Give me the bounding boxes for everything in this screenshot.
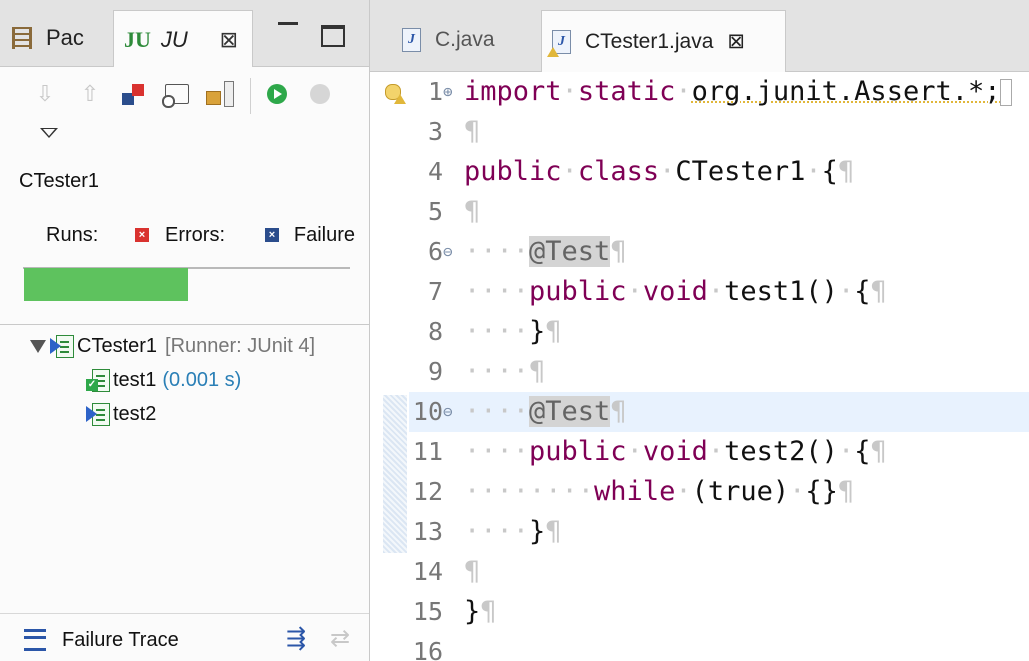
maximize-icon[interactable] [321,25,345,47]
line-number: 12 [412,477,443,506]
code-line-current: 10⊖ ····@Test¶ [409,392,1029,432]
line-number: 6 [427,237,443,266]
code-line: 15}¶ [409,592,1029,632]
tab-label: JU [160,26,188,52]
test-running-icon [86,402,110,426]
code-line: 6⊖ ····@Test¶ [409,232,1029,272]
rerun-failed-first-icon[interactable] [306,80,334,108]
tree-item-test1[interactable]: ✓ test1 (0.001 s) [86,365,241,395]
java-file-warning-icon: J [547,29,571,57]
line-number: 5 [427,197,443,226]
close-icon[interactable]: ⊠ [727,29,745,54]
code-line: 7 ····public·void·test1()·{¶ [409,272,1029,312]
test-class-name: CTester1 [19,170,100,192]
code-line: 12 ········while·(true)·{}¶ [409,472,1029,512]
close-icon[interactable]: ⊠ [220,27,238,53]
stack-trace-icon [24,629,46,651]
code-line: 11 ····public·void·test2()·{¶ [409,432,1029,472]
line-number: 7 [427,277,443,306]
next-failure-icon[interactable]: ⇩ [31,80,59,108]
scroll-lock-icon[interactable] [206,80,234,108]
failures-label: Failure [293,223,355,246]
tab-package-explorer[interactable]: Pac [12,10,112,66]
compare-result-icon[interactable]: ⇄ [330,624,350,653]
view-menu-icon[interactable] [40,128,58,138]
quick-fix-warning-icon[interactable] [385,84,406,104]
collapse-icon[interactable]: ⊖ [443,232,464,272]
line-number: 13 [412,517,443,546]
runner-info: [Runner: JUnit 4] [165,334,316,357]
code-line: 5 ¶ [409,192,1029,232]
test-passed-icon: ✓ [86,368,110,392]
previous-failure-icon[interactable]: ⇧ [76,80,104,108]
line-number: 4 [427,157,443,186]
show-skipped-icon[interactable] [162,80,191,108]
code-line: 9 ····¶ [409,352,1029,392]
line-number: 14 [412,557,443,586]
errors-label: Errors: [165,223,225,246]
runs-counter: Runs: [46,221,98,249]
tab-label: Pac [46,25,84,50]
line-number: 15 [412,597,443,626]
error-icon: × [135,228,149,242]
chevron-down-icon[interactable] [30,339,46,353]
line-number: 9 [427,357,443,386]
line-number: 3 [427,117,443,146]
code-line: 14 ¶ [409,552,1029,592]
divider [0,613,369,614]
code-line: 13 ····}¶ [409,512,1029,552]
runs-label: Runs: [46,223,99,246]
java-file-icon: J [402,28,421,52]
show-failures-only-icon[interactable] [119,80,147,108]
editor-tab-ctester1-java[interactable]: J CTester1.java ⊠ [541,10,786,72]
tree-item-suite[interactable]: CTester1 [Runner: JUnit 4] [30,331,365,361]
suite-label: CTester1 [77,334,158,357]
junit-body [0,67,369,661]
code-line: 8 ····}¶ [409,312,1029,352]
code-line: 16 [409,632,1029,661]
code-line: 3 ¶ [409,112,1029,152]
code-line: 4 public·class·CTester1·{¶ [409,152,1029,192]
line-number: 8 [427,317,443,346]
failure-trace-label: Failure Trace [62,628,179,651]
expand-icon[interactable]: ⊕ [443,72,464,112]
test-label: test2 [113,402,157,425]
tab-junit[interactable]: JU JU ⊠ [113,10,253,68]
annotation-ruler [383,72,407,661]
code-line: 1⊕ import·static·org.junit.Assert.*; [409,72,1029,112]
line-number: 11 [412,437,443,466]
test-time: (0.001 s) [162,368,242,391]
filter-stack-trace-icon[interactable]: ⇶ [286,624,306,653]
current-range-marker [383,395,407,553]
minimize-icon[interactable] [278,22,298,27]
failure-trace-header: Failure Trace [24,626,179,654]
tab-label: CTester1.java [585,29,714,53]
line-number: 1 [427,77,443,106]
editor-tab-c-java[interactable]: J C.java [392,10,540,70]
rerun-test-icon[interactable] [263,80,291,108]
collapse-icon[interactable]: ⊖ [443,392,464,432]
junit-icon: JU [124,26,151,52]
progress-bar-fill [24,268,188,301]
tab-label: C.java [435,28,495,51]
errors-counter: × Errors: [135,221,225,249]
tree-item-test2[interactable]: test2 [86,399,156,429]
line-number: 10 [412,397,443,426]
divider [0,324,369,325]
package-explorer-icon [12,27,32,49]
line-number: 16 [412,637,443,661]
toolbar-separator [250,78,251,114]
failures-counter: × Failure [265,221,355,249]
failure-icon: × [265,228,279,242]
test-suite-running-icon [50,334,74,358]
test-label: test1 [113,368,157,391]
